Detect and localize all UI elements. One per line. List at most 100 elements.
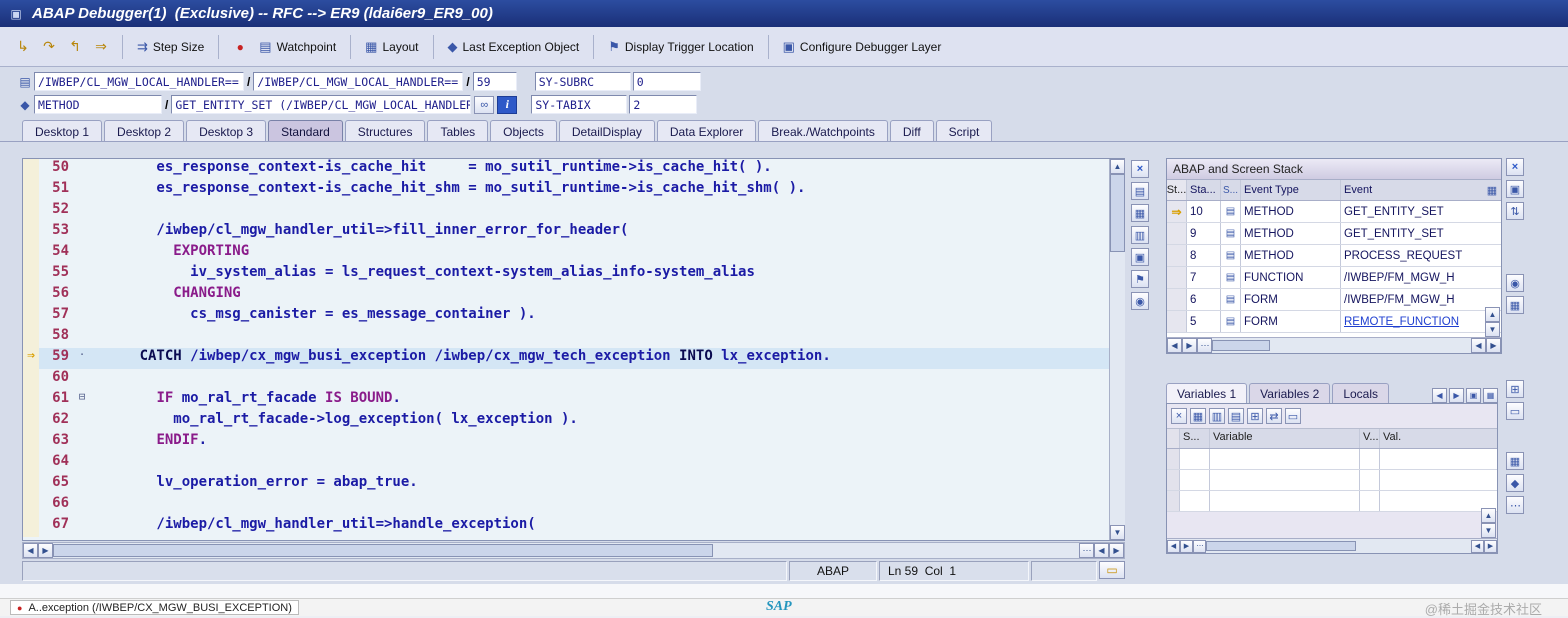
code-line-61[interactable]: 61 ⊟ IF mo_ral_rt_facade IS BOUND.: [23, 390, 1124, 411]
copy-view-icon[interactable]: ▣: [1131, 248, 1149, 266]
row-view-icon[interactable]: ▥: [1131, 226, 1149, 244]
fold-marker[interactable]: ⊟: [75, 390, 89, 411]
step-return-icon[interactable]: ↰: [64, 36, 86, 58]
stack-vscrollbar[interactable]: ▲ ▼: [1485, 307, 1500, 337]
variable-v-cell[interactable]: [1360, 449, 1380, 469]
variable-row[interactable]: [1167, 449, 1497, 470]
add-column-icon[interactable]: ⊞: [1247, 408, 1263, 424]
stack-row[interactable]: 6 ▤ FORM/IWBEP/FM_MGW_H: [1167, 289, 1501, 311]
grid-icon[interactable]: ▦: [1506, 296, 1524, 314]
code-line-50[interactable]: 50 es_response_context-is_cache_hit = mo…: [23, 159, 1124, 180]
splitter-grip-icon[interactable]: ⋯: [1197, 338, 1212, 353]
editor-vscrollbar[interactable]: ▲ ▼: [1109, 159, 1125, 540]
toolbar-display-trigger-location[interactable]: ⚑ Display Trigger Location: [604, 39, 757, 55]
tab-data-explorer[interactable]: Data Explorer: [656, 120, 757, 142]
vscrollbar-track[interactable]: [1110, 252, 1125, 525]
variable-row[interactable]: [1167, 491, 1497, 512]
scroll-right-icon[interactable]: ▶: [1182, 338, 1197, 353]
stack-row-selector[interactable]: [1167, 267, 1187, 288]
stack-row-selector[interactable]: [1167, 289, 1187, 310]
table-view-icon[interactable]: ▦: [1131, 204, 1149, 222]
tab-variables-1[interactable]: Variables 1: [1166, 383, 1248, 403]
sy-subrc-value-field[interactable]: 0: [632, 72, 701, 91]
row-selector[interactable]: [1167, 470, 1180, 490]
code-line-65[interactable]: 65 lv_operation_error = abap_true.: [23, 474, 1124, 495]
row-selector[interactable]: [1167, 491, 1180, 511]
tab-variables-2[interactable]: Variables 2: [1249, 383, 1331, 403]
scroll-right-icon[interactable]: ▶: [1449, 388, 1464, 403]
table-view-icon[interactable]: ▦: [1506, 452, 1524, 470]
scroll-left-icon[interactable]: ◀: [1167, 539, 1180, 553]
code-line-56[interactable]: 56 CHANGING: [23, 285, 1124, 306]
stack-event[interactable]: /IWBEP/FM_MGW_H: [1341, 289, 1501, 310]
stack-row-selector[interactable]: [1167, 311, 1187, 332]
code-line-64[interactable]: 64: [23, 453, 1124, 474]
tab-desktop-2[interactable]: Desktop 2: [104, 120, 185, 142]
variable-value-cell[interactable]: [1380, 449, 1497, 469]
code-editor[interactable]: 50 es_response_context-is_cache_hit = mo…: [22, 158, 1125, 541]
code-line-59[interactable]: ⇒ 59 · CATCH /iwbep/cx_mgw_busi_exception …: [23, 348, 1124, 369]
stack-event[interactable]: GET_ENTITY_SET: [1341, 223, 1501, 244]
scroll-left-icon[interactable]: ◀: [1432, 388, 1447, 403]
main-program-field[interactable]: /IWBEP/CL_MGW_LOCAL_HANDLER==: [34, 72, 244, 91]
breakpoint-gutter[interactable]: [23, 390, 39, 411]
step-into-icon[interactable]: ↳: [12, 36, 34, 58]
code-line-55[interactable]: 55 iv_system_alias = ls_request_context-…: [23, 264, 1124, 285]
stack-col-event[interactable]: Event: [1341, 180, 1483, 200]
stack-row-selector[interactable]: [1167, 223, 1187, 244]
breakpoint-gutter[interactable]: [23, 243, 39, 264]
flag-icon[interactable]: ⚑: [1131, 270, 1149, 288]
breakpoint-gutter[interactable]: [23, 180, 39, 201]
scroll-left-icon[interactable]: ◀: [1471, 338, 1486, 353]
variable-s-cell[interactable]: [1180, 449, 1210, 469]
table-icon[interactable]: ▦: [1190, 408, 1206, 424]
variables-col-val[interactable]: Val.: [1380, 429, 1497, 448]
breakpoint-gutter[interactable]: [23, 327, 39, 348]
tab-standard[interactable]: Standard: [268, 120, 343, 142]
add-view-icon[interactable]: ⊞: [1506, 380, 1524, 398]
tab-diff[interactable]: Diff: [889, 120, 934, 142]
diamond-icon[interactable]: ◆: [1506, 474, 1524, 492]
breakpoint-gutter[interactable]: [23, 516, 39, 537]
vscrollbar-thumb[interactable]: [1110, 174, 1125, 252]
variable-name-cell[interactable]: [1210, 491, 1360, 511]
stack-row[interactable]: 8 ▤ METHOD PROCESS_REQUEST: [1167, 245, 1501, 267]
tab-objects[interactable]: Objects: [490, 120, 557, 142]
code-line-62[interactable]: 62 mo_ral_rt_facade->log_exception( lx_e…: [23, 411, 1124, 432]
hscrollbar-thumb[interactable]: [1206, 541, 1356, 551]
variable-s-cell[interactable]: [1180, 491, 1210, 511]
variables-hscrollbar[interactable]: ◀ ▶ ⋯ ◀ ▶: [1167, 538, 1497, 553]
stack-row-selector[interactable]: [1167, 245, 1187, 266]
current-statement-arrow-icon[interactable]: ⇒: [23, 348, 39, 369]
variable-value-cell[interactable]: [1380, 470, 1497, 490]
scroll-right-icon[interactable]: ▶: [1486, 338, 1501, 353]
scroll-up-icon[interactable]: ▲: [1110, 159, 1125, 174]
code-line-51[interactable]: 51 es_response_context-is_cache_hit_shm …: [23, 180, 1124, 201]
breakpoint-gutter[interactable]: [23, 411, 39, 432]
stack-event[interactable]: PROCESS_REQUEST: [1341, 245, 1501, 266]
notes-icon[interactable]: ▭: [1099, 561, 1125, 579]
stack-event[interactable]: GET_ENTITY_SET: [1341, 201, 1501, 222]
toolbar-watchpoint[interactable]: ▤ Watchpoint: [255, 39, 340, 55]
breakpoint-gutter[interactable]: [23, 159, 39, 180]
breakpoint-gutter[interactable]: [23, 264, 39, 285]
code-line-57[interactable]: 57 cs_msg_canister = es_message_containe…: [23, 306, 1124, 327]
stack-row[interactable]: 7 ▤ FUNCTION/IWBEP/FM_MGW_H: [1167, 267, 1501, 289]
event-name-field[interactable]: GET_ENTITY_SET (/IWBEP/CL_MGW_LOCAL_HAND…: [171, 95, 472, 114]
hscrollbar-thumb[interactable]: [1212, 340, 1270, 351]
continue-icon[interactable]: ⇒: [90, 36, 112, 58]
code-line-58[interactable]: 58: [23, 327, 1124, 348]
variable-v-cell[interactable]: [1360, 470, 1380, 490]
code-line-53[interactable]: 53 /iwbep/cl_mgw_handler_util=>fill_inne…: [23, 222, 1124, 243]
current-stack-arrow-icon[interactable]: ⇒: [1167, 201, 1187, 222]
breakpoint-gutter[interactable]: [23, 285, 39, 306]
tab-script[interactable]: Script: [935, 120, 993, 142]
breakpoint-gutter[interactable]: [23, 222, 39, 243]
scroll-up-icon[interactable]: ▲: [1481, 508, 1496, 523]
code-line-67[interactable]: 67 /iwbep/cl_mgw_handler_util=>handle_ex…: [23, 516, 1124, 537]
stack-col-s[interactable]: S...: [1221, 180, 1241, 200]
toolbar-configure-debugger-layer[interactable]: ▣ Configure Debugger Layer: [779, 39, 946, 55]
code-line-54[interactable]: 54 EXPORTING: [23, 243, 1124, 264]
scroll-left-icon[interactable]: ◀: [1471, 539, 1484, 553]
scroll-right-icon[interactable]: ▶: [1109, 543, 1124, 558]
